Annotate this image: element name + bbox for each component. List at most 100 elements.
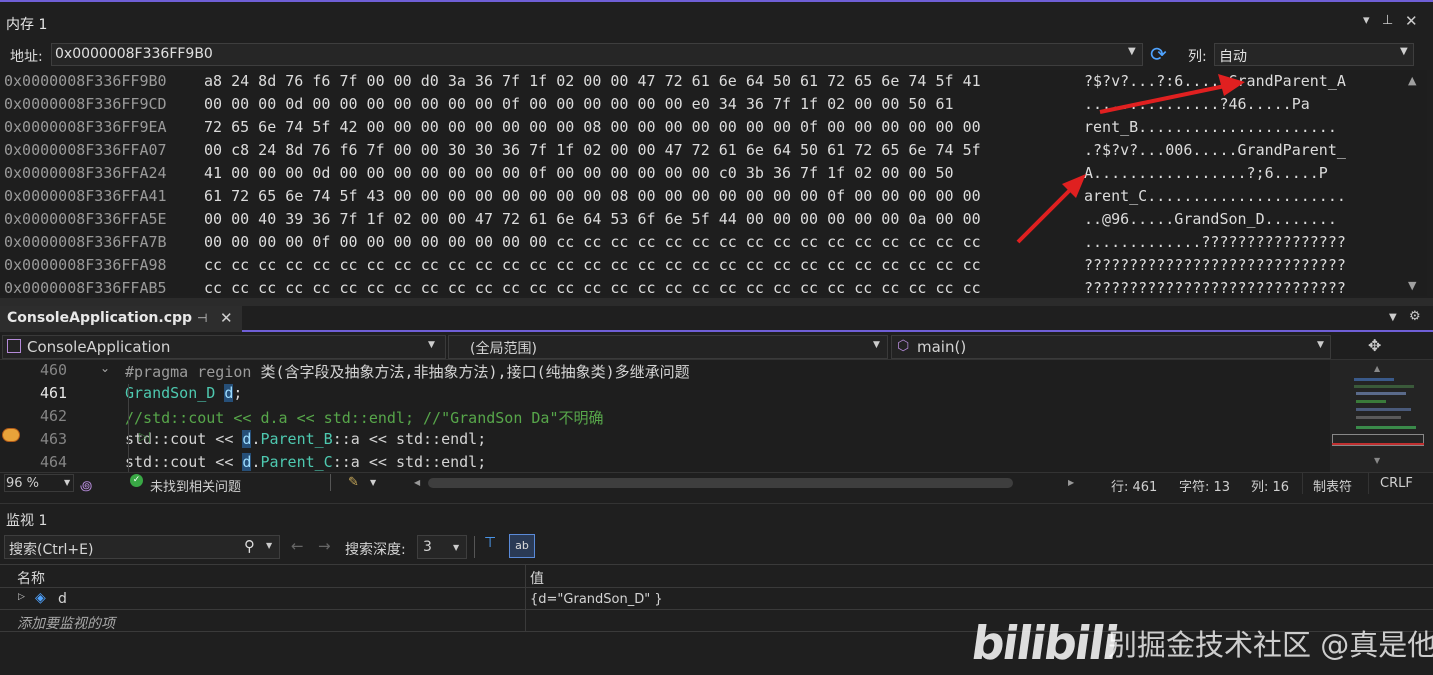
close-icon[interactable]: ✕ (220, 309, 233, 327)
code-text[interactable]: GrandSon_D d; (125, 384, 242, 402)
line-number: 462 (40, 407, 68, 425)
window-dropdown-icon[interactable]: ▾ (1363, 13, 1370, 28)
line-ending[interactable]: CRLF (1380, 476, 1413, 491)
memory-row-addr: 0x0000008F336FFA24 (4, 164, 167, 182)
memory-row-hex[interactable]: 41 00 00 00 0d 00 00 00 00 00 00 00 0f 0… (204, 164, 954, 182)
code-text[interactable]: //std::cout << d.a << std::endl; //"Gran… (125, 407, 604, 428)
memory-row-hex[interactable]: 00 00 00 00 0f 00 00 00 00 00 00 00 00 c… (204, 233, 981, 251)
zoom-value: 96 % (6, 476, 40, 491)
tab-list-icon[interactable]: ▼ (1389, 312, 1397, 323)
scope-dropdown-label: (全局范围) (470, 341, 537, 357)
memory-row-ascii[interactable]: ????????????????????????????? (1084, 279, 1346, 296)
watch-row[interactable] (0, 588, 1433, 610)
line-number: 463 (40, 430, 68, 448)
scroll-down-icon[interactable]: ▼ (1408, 279, 1416, 292)
memory-row-addr: 0x0000008F336FF9B0 (4, 72, 167, 90)
row-indicator[interactable]: 行: 461 (1111, 476, 1157, 495)
memory-scrollbar[interactable] (1405, 70, 1427, 296)
code-line[interactable]: 461 GrandSon_D d; (0, 383, 1330, 406)
memory-row-hex[interactable]: 00 c8 24 8d 76 f6 7f 00 00 30 30 36 7f 1… (204, 141, 981, 159)
code-editor[interactable]: 460 #pragma region 类(含字段及抽象方法,非抽象方法),接口(纯… (0, 360, 1330, 472)
forward-arrow-icon[interactable]: → (318, 537, 331, 555)
line-number: 461 (40, 384, 68, 402)
horizontal-scrollbar[interactable] (428, 478, 1013, 488)
chevron-down-icon[interactable]: ▼ (1317, 340, 1324, 350)
project-dropdown-label: ConsoleApplication (27, 338, 171, 356)
address-input[interactable] (51, 43, 1143, 66)
brush-icon[interactable]: ✎ (348, 475, 359, 490)
code-text[interactable]: std::cout << d.Parent_C::a << std::endl; (125, 453, 486, 471)
watch-item-name[interactable]: d (58, 591, 67, 607)
divider (330, 474, 331, 491)
memory-row-hex[interactable]: a8 24 8d 76 f6 7f 00 00 d0 3a 36 7f 1f 0… (204, 72, 981, 90)
memory-row-addr: 0x0000008F336FFA98 (4, 256, 167, 274)
search-icon[interactable]: ⚲ (244, 537, 255, 555)
cube-icon: ⬡ (897, 338, 910, 354)
chevron-down-icon[interactable]: ▼ (428, 340, 435, 350)
back-arrow-icon[interactable]: ← (291, 537, 304, 555)
code-line[interactable]: 464 std::cout << d.Parent_C::a << std::en… (0, 452, 1330, 472)
chevron-down-icon[interactable]: ▼ (64, 478, 70, 487)
memory-row-hex[interactable]: 00 00 40 39 36 7f 1f 02 00 00 47 72 61 6… (204, 210, 981, 228)
issues-status[interactable]: 未找到相关问题 (150, 476, 241, 495)
memory-row-addr: 0x0000008F336FF9EA (4, 118, 167, 136)
watch-item-value[interactable]: {d="GrandSon_D" } (530, 592, 663, 607)
refresh-icon[interactable]: ⟳ (1150, 42, 1170, 66)
code-line[interactable]: 460 #pragma region 类(含字段及抽象方法,非抽象方法),接口(纯… (0, 360, 1330, 383)
memory-row-addr: 0x0000008F336FFA7B (4, 233, 167, 251)
code-text[interactable]: #pragma region 类(含字段及抽象方法,非抽象方法),接口(纯抽象类… (125, 361, 690, 382)
memory-row-ascii[interactable]: ????????????????????????????? (1084, 256, 1346, 274)
char-indicator[interactable]: 字符: 13 (1179, 476, 1230, 495)
chevron-down-icon[interactable]: ▼ (370, 478, 376, 487)
memory-row[interactable]: 0x0000008F336FFA98 cc cc cc cc cc cc cc c… (0, 254, 1405, 277)
search-depth-label: 搜索深度: (345, 542, 406, 558)
memory-row-addr: 0x0000008F336FF9CD (4, 95, 167, 113)
scroll-up-icon[interactable]: ▲ (1408, 74, 1416, 87)
memory-row-hex[interactable]: 61 72 65 6e 74 5f 43 00 00 00 00 00 00 0… (204, 187, 981, 205)
chevron-down-icon[interactable]: ▼ (453, 543, 459, 552)
tab-mode[interactable]: 制表符 (1313, 476, 1352, 495)
columns-value: 自动 (1219, 49, 1247, 65)
chevron-down-icon[interactable]: ▼ (873, 340, 880, 350)
memory-window-title: 内存 1 (6, 17, 48, 33)
memory-row-hex[interactable]: 00 00 00 0d 00 00 00 00 00 00 00 0f 00 0… (204, 95, 954, 113)
pin-icon[interactable]: ⊣ (197, 311, 207, 325)
code-minimap[interactable]: ▲ ▼ (1330, 360, 1433, 472)
column-value[interactable]: 值 (530, 568, 544, 588)
memory-row-hex[interactable]: 72 65 6e 74 5f 42 00 00 00 00 00 00 00 0… (204, 118, 981, 136)
run-to-click-icon[interactable]: ▷| (139, 430, 151, 443)
memory-row-hex[interactable]: cc cc cc cc cc cc cc cc cc cc cc cc cc c… (204, 256, 981, 274)
chevron-down-icon[interactable]: ▼ (266, 541, 272, 550)
split-editor-icon[interactable]: ✥ (1368, 336, 1381, 355)
variable-icon: ◈ (35, 590, 46, 606)
pin-to-source-icon[interactable]: ⊤ (484, 535, 496, 551)
memory-row-addr: 0x0000008F336FFA5E (4, 210, 167, 228)
code-text[interactable]: std::cout << d.Parent_B::a << std::endl; (125, 430, 486, 448)
scroll-left-icon[interactable]: ◀ (414, 478, 420, 487)
pin-icon[interactable]: ⊥ (1382, 13, 1393, 28)
divider (1368, 472, 1369, 494)
arrow-to-grandparent-a (1099, 74, 1245, 114)
copilot-icon[interactable]: ꩜ (80, 475, 92, 495)
breakpoint-margin[interactable] (0, 360, 22, 472)
chevron-down-icon[interactable]: ▼ (1400, 46, 1408, 57)
code-line[interactable]: 462 //std::cout << d.a << std::endl; //"G… (0, 406, 1330, 429)
chevron-down-icon[interactable]: ▼ (1128, 46, 1136, 57)
current-statement-arrow-icon (2, 428, 20, 442)
collapse-region-icon[interactable]: ⌄ (100, 361, 110, 375)
col-indicator[interactable]: 列: 16 (1251, 476, 1289, 495)
search-depth-value: 3 (423, 539, 432, 555)
code-line[interactable]: 463 std::cout << d.Parent_B::a << std::en… (0, 429, 1330, 452)
memory-row[interactable]: 0x0000008F336FFAB5 cc cc cc cc cc cc cc c… (0, 277, 1405, 296)
expand-arrow-icon[interactable]: ▷ (18, 592, 25, 602)
annotation-arrows (1016, 74, 1245, 244)
memory-row-hex[interactable]: cc cc cc cc cc cc cc cc cc cc cc cc cc c… (204, 279, 981, 296)
column-name[interactable]: 名称 (17, 568, 45, 588)
add-watch-placeholder[interactable]: 添加要监视的项 (17, 613, 115, 633)
address-label: 地址: (10, 49, 43, 65)
hex-display-icon[interactable]: ab (509, 534, 535, 558)
scroll-right-icon[interactable]: ▶ (1068, 478, 1074, 487)
close-icon[interactable]: ✕ (1405, 12, 1418, 30)
project-icon (7, 339, 21, 353)
gear-icon[interactable]: ⚙ (1409, 309, 1421, 324)
